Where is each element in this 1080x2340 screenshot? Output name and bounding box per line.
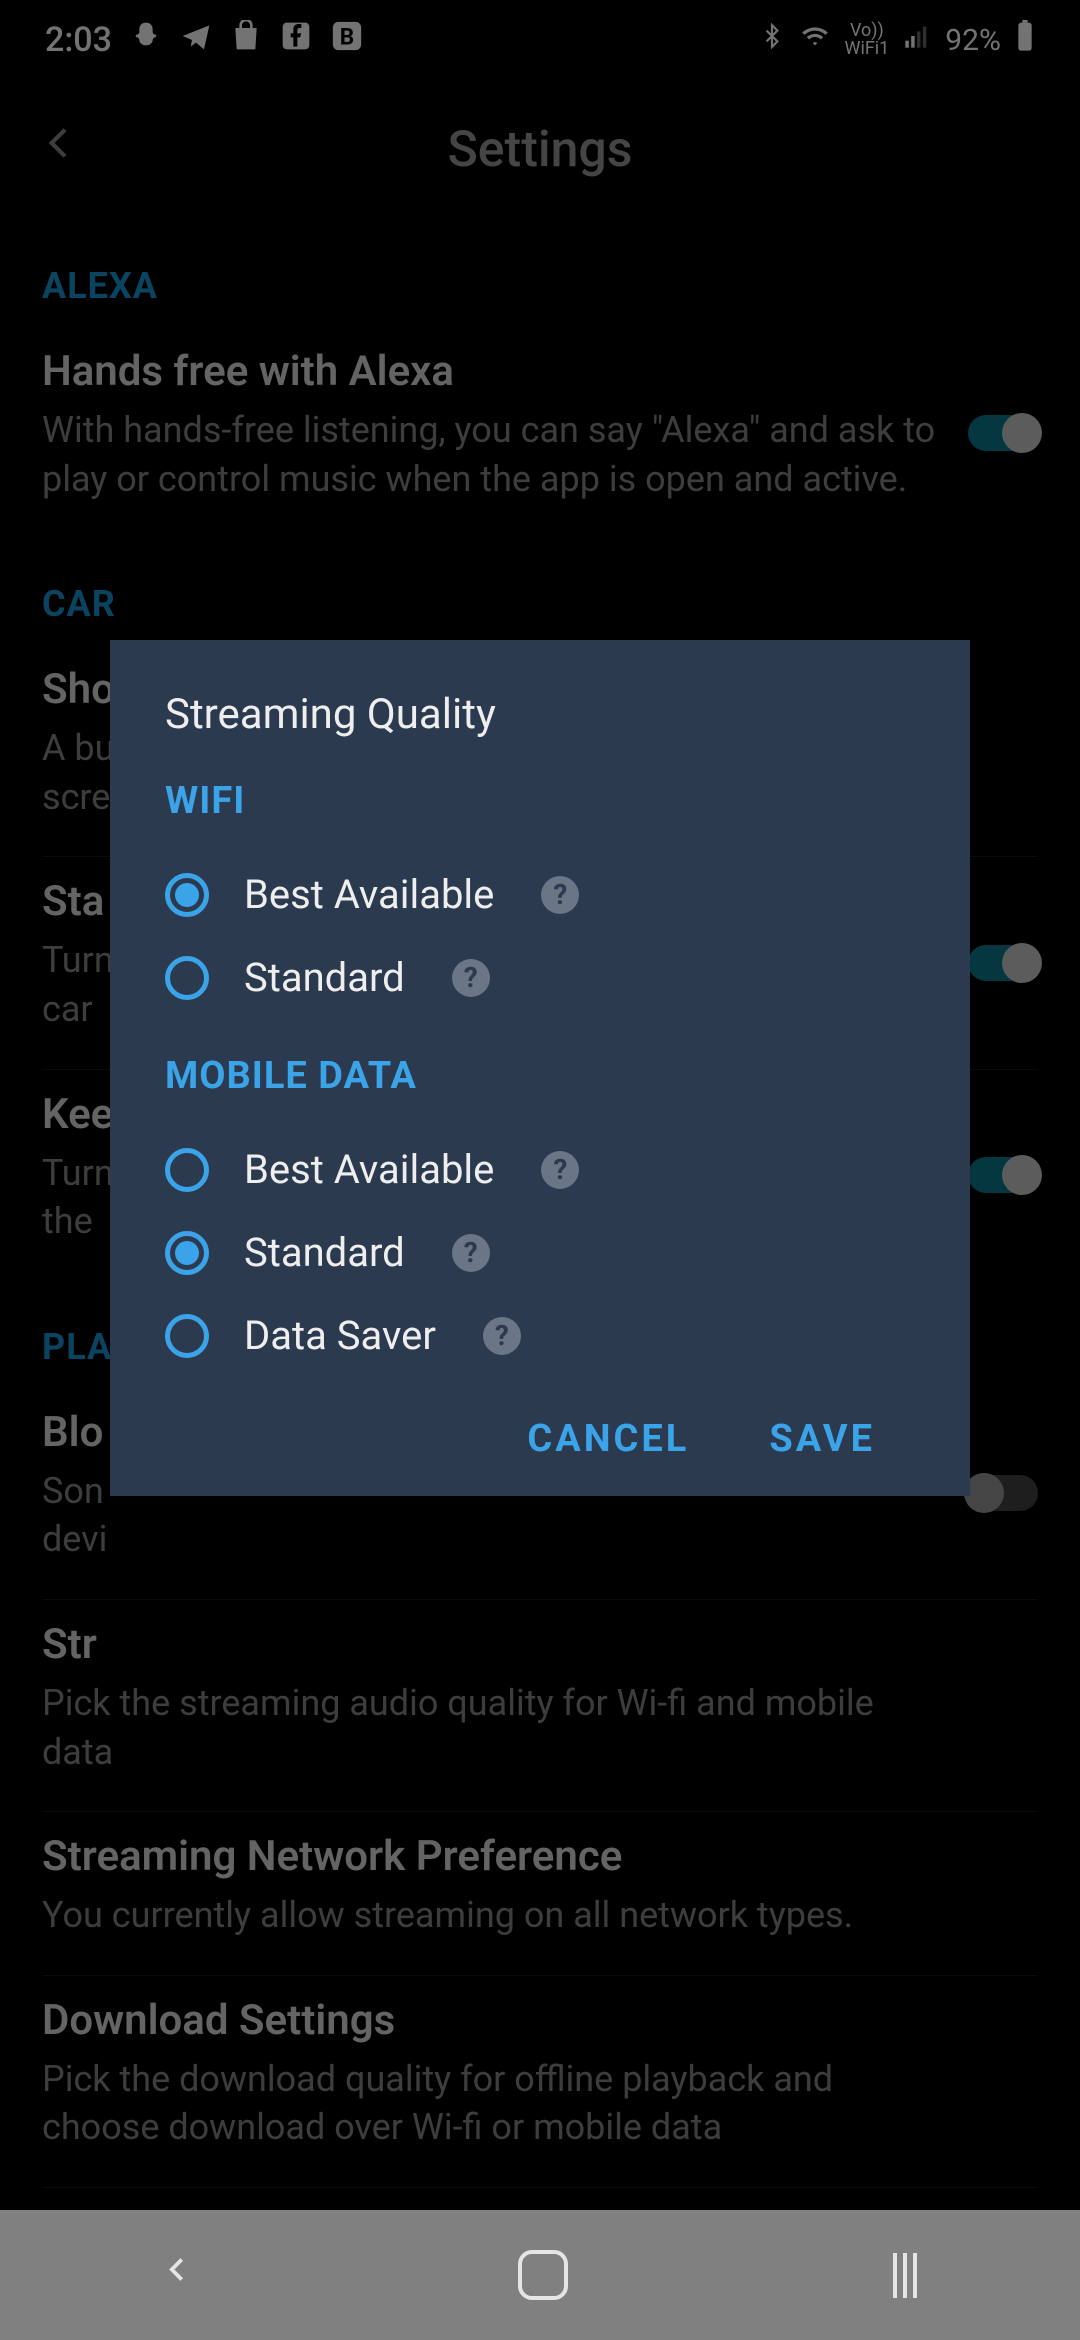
help-icon[interactable]: ? [541,876,579,914]
help-icon[interactable]: ? [452,959,490,997]
radio-mobile-best[interactable]: Best Available ? [165,1128,915,1211]
radio-button[interactable] [165,873,209,917]
help-icon[interactable]: ? [541,1151,579,1189]
dialog-section-mobile: MOBILE DATA [165,1054,915,1098]
radio-label: Best Available [244,1146,494,1193]
radio-button[interactable] [165,956,209,1000]
nav-recents-button[interactable] [893,2253,917,2298]
system-nav-bar [0,2210,1080,2340]
nav-back-button[interactable] [163,2247,193,2303]
radio-label: Standard [244,1229,405,1276]
dialog-title: Streaming Quality [165,690,915,739]
radio-label: Best Available [244,871,494,918]
radio-wifi-standard[interactable]: Standard ? [165,936,915,1019]
dialog-actions: CANCEL SAVE [165,1417,915,1461]
radio-mobile-datasaver[interactable]: Data Saver ? [165,1294,915,1377]
radio-mobile-standard[interactable]: Standard ? [165,1211,915,1294]
radio-button[interactable] [165,1148,209,1192]
radio-button[interactable] [165,1231,209,1275]
nav-home-button[interactable] [518,2250,568,2300]
help-icon[interactable]: ? [452,1234,490,1272]
radio-label: Data Saver [244,1312,436,1359]
help-icon[interactable]: ? [483,1317,521,1355]
radio-label: Standard [244,954,405,1001]
streaming-quality-dialog: Streaming Quality WIFI Best Available ? … [110,640,970,1496]
save-button[interactable]: SAVE [769,1417,875,1461]
cancel-button[interactable]: CANCEL [527,1417,689,1461]
radio-button[interactable] [165,1314,209,1358]
dialog-section-wifi: WIFI [165,779,915,823]
radio-wifi-best[interactable]: Best Available ? [165,853,915,936]
